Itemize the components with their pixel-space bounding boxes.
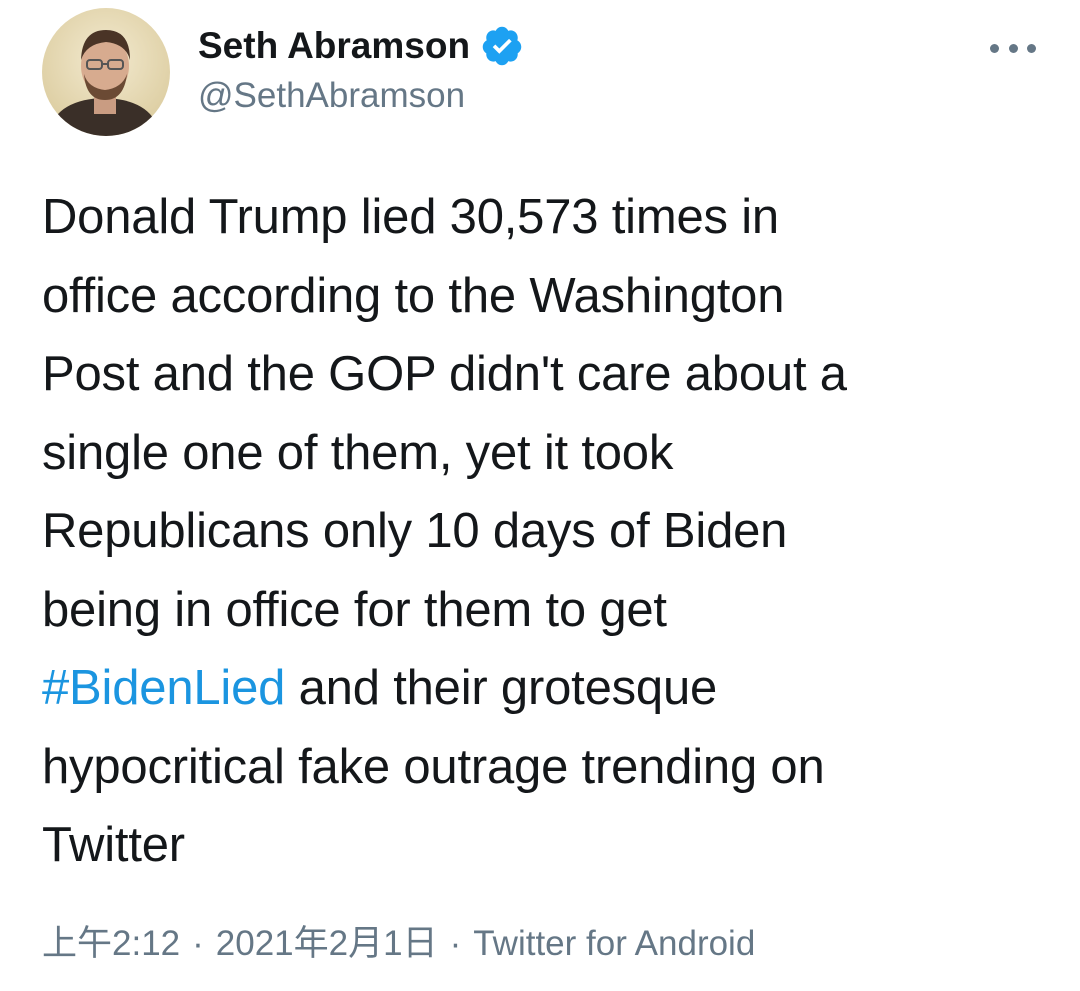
tweet-text-line: hypocritical fake outrage trending on: [42, 739, 825, 794]
meta-separator: ·: [192, 924, 204, 963]
author-name[interactable]: Seth Abramson: [198, 20, 470, 72]
tweet-text-line: Post and the GOP didn't care about a: [42, 347, 847, 401]
more-options-button[interactable]: [990, 28, 1036, 68]
more-horizontal-icon: [990, 43, 999, 53]
tweet-text-line: office according to the Washington: [42, 268, 785, 323]
author-name-row: Seth Abramson: [198, 20, 524, 72]
tweet-source-link[interactable]: Twitter for Android: [473, 924, 755, 963]
more-horizontal-icon: [1008, 43, 1018, 53]
tweet-card: Seth Abramson @SethAbramson Donald Trump…: [0, 0, 1080, 991]
meta-separator: ·: [449, 924, 462, 963]
tweet-date[interactable]: 2021年2月1日: [216, 924, 438, 963]
tweet-text-line: single one of them, yet it took: [42, 425, 674, 480]
hashtag-link[interactable]: #BidenLied: [42, 661, 285, 715]
author-handle[interactable]: @SethAbramson: [198, 72, 465, 120]
tweet-text-line: Republicans only 10 days of Biden: [42, 504, 788, 558]
more-horizontal-icon: [1027, 43, 1036, 53]
avatar[interactable]: [42, 8, 170, 136]
tweet-metadata: 上午2:12 · 2021年2月1日 · Twitter for Android: [42, 918, 755, 970]
tweet-text-fragment: and their grotesque: [285, 661, 718, 715]
tweet-text-line: being in office for them to get: [42, 582, 667, 637]
tweet-text: Donald Trump lied 30,573 times in office…: [42, 178, 1042, 885]
avatar-photo: [42, 8, 170, 136]
verified-badge-icon: [480, 24, 524, 68]
tweet-time[interactable]: 上午2:12: [42, 924, 180, 963]
tweet-text-line: Donald Trump lied 30,573 times in: [42, 190, 779, 244]
tweet-text-line: Twitter: [42, 818, 185, 872]
tweet-text-line-with-hashtag: #BidenLied and their grotesque: [42, 649, 1042, 728]
